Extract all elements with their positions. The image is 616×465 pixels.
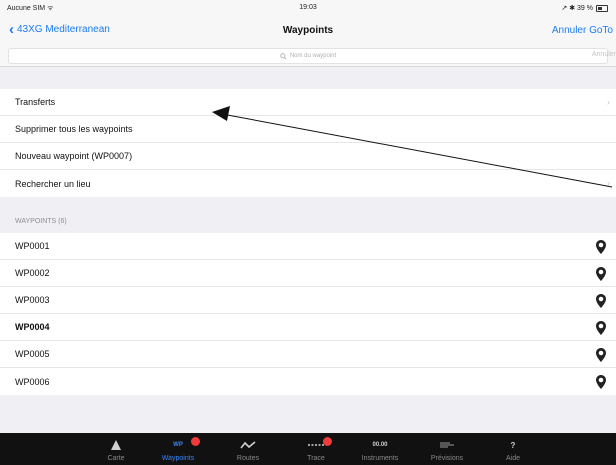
map-pin-icon[interactable] [596,348,606,362]
cancel-goto-button[interactable]: Annuler GoTo [552,25,613,36]
map-pin-icon[interactable] [596,294,606,308]
waypoint-name: WP0001 [15,241,50,251]
battery-label: ↗ ✱ 39 % [561,5,593,12]
tab-waypoints[interactable]: WP Waypoints [151,433,205,465]
battery-icon [596,4,608,12]
clock: 19:03 [299,4,317,11]
status-bar: Aucune SIM ᯤ 19:03 ↗ ✱ 39 % [0,0,616,18]
chevron-right-icon: › [607,178,610,188]
notification-badge [323,437,332,446]
search-placeholder: Nom du waypoint [289,53,337,59]
route-icon [240,441,256,449]
action-row-transfers[interactable]: Transferts › [0,89,616,116]
instruments-icon: 00.00 [372,442,388,448]
forecast-icon [440,442,454,448]
tab-routes[interactable]: Routes [221,433,275,465]
status-right: ↗ ✱ 39 % [561,4,608,12]
chevron-right-icon: › [607,97,610,107]
waypoints-list: WP0001 WP0002 WP0003 WP0004 WP0005 WP000… [0,233,616,395]
tab-label: Prévisions [430,455,464,462]
waypoint-row[interactable]: WP0003 [0,287,616,314]
action-label: Transferts [15,97,56,107]
waypoint-name: WP0002 [15,268,50,278]
waypoint-row[interactable]: WP0006 [0,368,616,395]
waypoint-row-selected[interactable]: WP0004 [0,314,616,341]
notification-badge [191,437,200,446]
waypoint-row[interactable]: WP0005 [0,341,616,368]
action-label: Nouveau waypoint (WP0007) [15,151,133,161]
search-cancel-button[interactable]: Annuler [592,51,616,58]
tab-label: Aide [505,455,520,462]
waypoint-name: WP0003 [15,295,50,305]
tab-label: Instruments [361,455,399,462]
map-pin-icon[interactable] [596,240,606,254]
action-row-delete-all[interactable]: Supprimer tous les waypoints [0,116,616,143]
tab-label: Routes [236,455,260,462]
waypoint-name: WP0004 [15,322,50,332]
page-title: Waypoints [282,25,334,36]
actions-list: Transferts › Supprimer tous les waypoint… [0,89,616,197]
search-icon [280,52,287,60]
navigation-bar: ‹ 43XG Mediterranean Waypoints Annuler G… [0,18,616,44]
map-pin-icon[interactable] [596,267,606,281]
waypoint-icon: WP [173,442,183,448]
waypoint-row[interactable]: WP0001 [0,233,616,260]
waypoint-name: WP0005 [15,349,50,359]
search-bar: Nom du waypoint Annuler [0,44,616,67]
tab-trace[interactable]: Trace [289,433,343,465]
action-label: Supprimer tous les waypoints [15,124,133,134]
tab-label: Waypoints [161,455,195,462]
action-row-new-waypoint[interactable]: Nouveau waypoint (WP0007) [0,143,616,170]
waypoints-section-header: WAYPOINTS (6) [15,218,67,225]
tab-bar: Carte WP Waypoints Routes Trace 00.00 In… [0,433,616,465]
tab-instruments[interactable]: 00.00 Instruments [353,433,407,465]
action-row-search-place[interactable]: Rechercher un lieu › [0,170,616,197]
tab-carte[interactable]: Carte [89,433,143,465]
tab-aide[interactable]: ? Aide [486,433,540,465]
action-label: Rechercher un lieu [15,178,91,189]
tab-label: Carte [107,455,125,462]
search-input[interactable]: Nom du waypoint [8,48,608,64]
waypoint-name: WP0006 [15,376,50,387]
help-icon: ? [510,440,516,450]
triangle-icon [111,440,121,450]
map-pin-icon[interactable] [596,375,606,389]
waypoint-row[interactable]: WP0002 [0,260,616,287]
tab-previsions[interactable]: Prévisions [420,433,474,465]
tab-label: Trace [307,455,325,462]
map-pin-icon[interactable] [596,321,606,335]
